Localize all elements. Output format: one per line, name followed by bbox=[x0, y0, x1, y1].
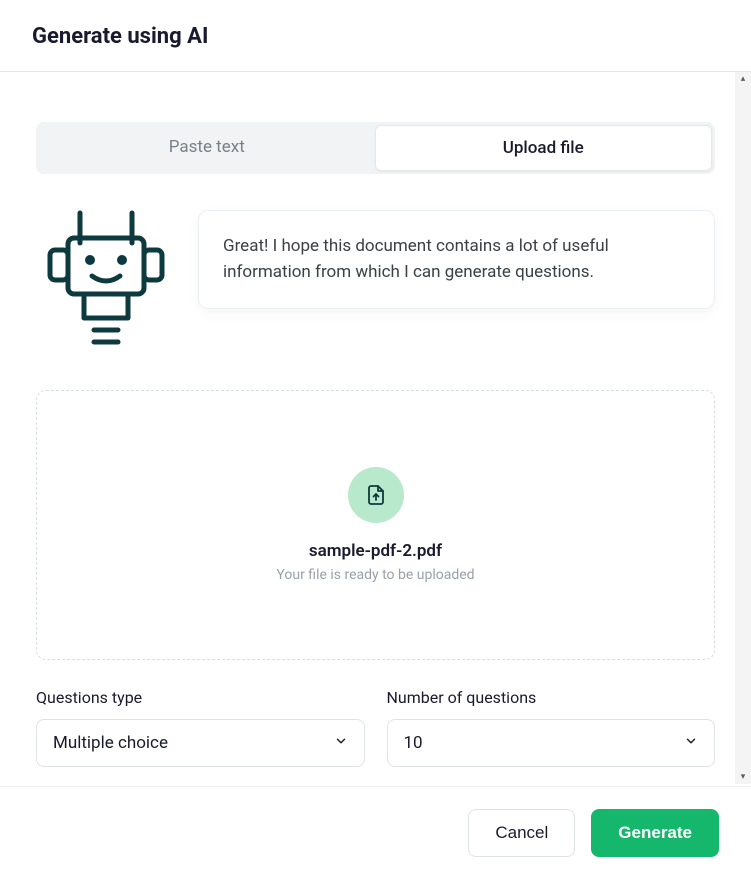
number-questions-select[interactable]: 10 bbox=[387, 719, 716, 767]
generate-ai-modal: Generate using AI Paste text Upload file bbox=[0, 0, 751, 879]
modal-header: Generate using AI bbox=[0, 0, 751, 72]
scroll-up-icon[interactable]: ▴ bbox=[741, 72, 746, 86]
scrollbar[interactable]: ▴ ▾ bbox=[735, 72, 751, 784]
file-hint: Your file is ready to be uploaded bbox=[57, 567, 694, 583]
file-upload-icon bbox=[348, 467, 404, 523]
chevron-down-icon bbox=[334, 733, 348, 753]
assistant-message: Great! I hope this document contains a l… bbox=[198, 210, 715, 309]
scroll-down-icon[interactable]: ▾ bbox=[741, 770, 746, 784]
assistant-row: Great! I hope this document contains a l… bbox=[36, 210, 715, 354]
file-name: sample-pdf-2.pdf bbox=[57, 541, 694, 561]
number-questions-label: Number of questions bbox=[387, 688, 716, 707]
number-questions-value: 10 bbox=[404, 733, 423, 753]
robot-icon bbox=[36, 210, 176, 354]
modal-title: Generate using AI bbox=[32, 24, 719, 49]
cancel-button[interactable]: Cancel bbox=[468, 809, 575, 857]
file-dropzone[interactable]: sample-pdf-2.pdf Your file is ready to b… bbox=[36, 390, 715, 660]
questions-type-value: Multiple choice bbox=[53, 733, 168, 753]
questions-type-select[interactable]: Multiple choice bbox=[36, 719, 365, 767]
modal-footer: Cancel Generate bbox=[0, 786, 751, 879]
number-questions-group: Number of questions 10 bbox=[387, 688, 716, 767]
tab-upload-file[interactable]: Upload file bbox=[375, 125, 713, 171]
form-row: Questions type Multiple choice Number of… bbox=[36, 688, 715, 767]
tab-paste-text[interactable]: Paste text bbox=[39, 125, 375, 171]
chevron-down-icon bbox=[684, 733, 698, 753]
questions-type-group: Questions type Multiple choice bbox=[36, 688, 365, 767]
generate-button[interactable]: Generate bbox=[591, 809, 719, 857]
modal-body: Paste text Upload file G bbox=[0, 72, 751, 786]
questions-type-label: Questions type bbox=[36, 688, 365, 707]
tabs-container: Paste text Upload file bbox=[36, 122, 715, 174]
